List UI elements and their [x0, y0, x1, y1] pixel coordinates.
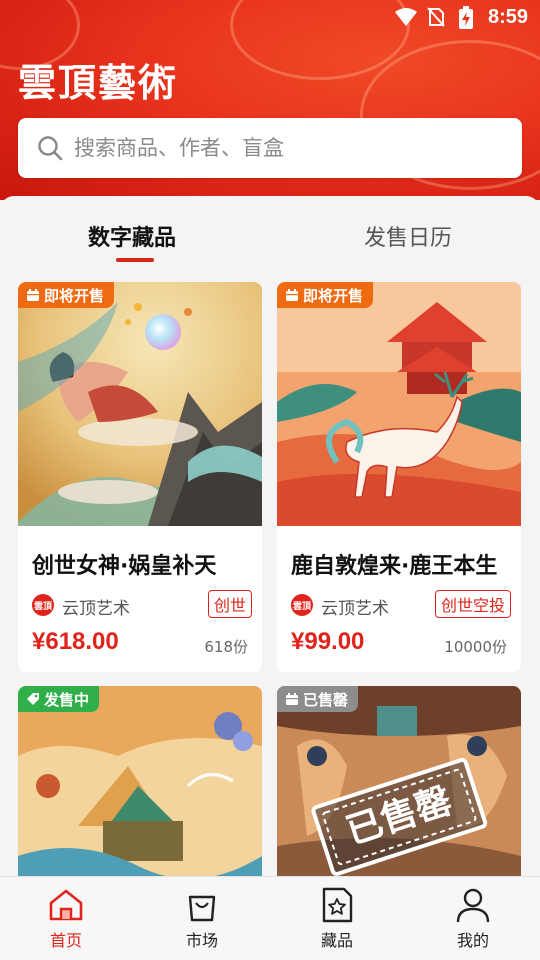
app-logo: 雲頂藝術 [18, 60, 179, 105]
product-card[interactable]: 即将开售 创世女神·娲皇补天 雲頂 云顶艺术 创世 ¥618.00 618份 [18, 282, 262, 672]
calendar-icon [27, 289, 39, 301]
status-badge-label: 即将开售 [44, 286, 105, 305]
status-badge: 已售罄 [277, 686, 359, 712]
creator-avatar: 雲頂 [32, 594, 54, 616]
shopping-bag-icon [188, 895, 216, 922]
status-badge: 即将开售 [277, 282, 374, 308]
main-content: 数字藏品 发售日历 即将开售 创世女神·娲皇补天 雲頂 云顶艺术 创世 ¥618… [0, 196, 540, 876]
nav-item-collections[interactable]: 藏品 [297, 887, 377, 951]
product-price: ¥618.00 [32, 628, 119, 655]
battery-charging-icon [459, 6, 473, 29]
bottom-navigation: 首页 市场 藏品 我的 [0, 876, 540, 960]
product-title: 创世女神·娲皇补天 [32, 554, 217, 579]
artwork-image-landscape [18, 686, 262, 876]
profile-icon [456, 888, 490, 923]
product-quantity: 10000份 [444, 638, 507, 656]
artwork-image-dunhuang: 已售罄 [277, 686, 521, 876]
nav-item-home[interactable]: 首页 [26, 887, 106, 951]
header-banner: 8:59 雲頂藝術 [0, 0, 540, 200]
calendar-icon [286, 693, 298, 705]
status-bar: 8:59 [0, 0, 540, 36]
status-badge: 即将开售 [18, 282, 115, 308]
product-price: ¥99.00 [291, 628, 365, 655]
status-badge: 发售中 [18, 686, 100, 712]
series-tag: 创世 [207, 590, 252, 618]
series-tag: 创世空投 [434, 590, 511, 618]
nav-label: 市场 [185, 931, 218, 950]
nav-label: 首页 [49, 931, 82, 950]
search-bar[interactable] [18, 118, 522, 178]
artwork-image-nuwa [18, 282, 262, 526]
nav-label: 我的 [456, 931, 489, 950]
nav-item-market[interactable]: 市场 [162, 887, 242, 951]
creator-name: 云顶艺术 [62, 599, 130, 619]
nav-item-profile[interactable]: 我的 [433, 887, 513, 951]
status-badge-label: 即将开售 [303, 286, 364, 305]
collection-star-icon [322, 887, 353, 923]
tab-digital-collections[interactable]: 数字藏品 [88, 220, 176, 252]
no-sim-icon [427, 7, 445, 27]
product-card[interactable]: 已售罄 已售罄 [277, 686, 521, 876]
search-icon [38, 136, 63, 161]
status-time: 8:59 [487, 6, 528, 28]
product-title: 鹿自敦煌来·鹿王本生 [291, 554, 498, 579]
calendar-icon [286, 289, 298, 301]
active-tab-indicator [116, 258, 154, 262]
tag-icon [27, 693, 39, 705]
tab-release-calendar[interactable]: 发售日历 [364, 220, 452, 252]
product-card[interactable]: 发售中 [18, 686, 262, 876]
creator-name: 云顶艺术 [321, 599, 389, 619]
status-badge-label: 已售罄 [303, 690, 349, 709]
search-input[interactable] [74, 118, 494, 178]
status-badge-label: 发售中 [44, 690, 90, 709]
creator-avatar: 雲頂 [291, 594, 313, 616]
home-icon [49, 889, 83, 921]
nav-label: 藏品 [320, 931, 353, 950]
artwork-image-deer [277, 282, 521, 526]
product-card[interactable]: 即将开售 鹿自敦煌来·鹿王本生 雲頂 云顶艺术 创世空投 ¥99.00 1000… [277, 282, 521, 672]
product-quantity: 618份 [204, 638, 248, 656]
wifi-icon [395, 8, 417, 26]
